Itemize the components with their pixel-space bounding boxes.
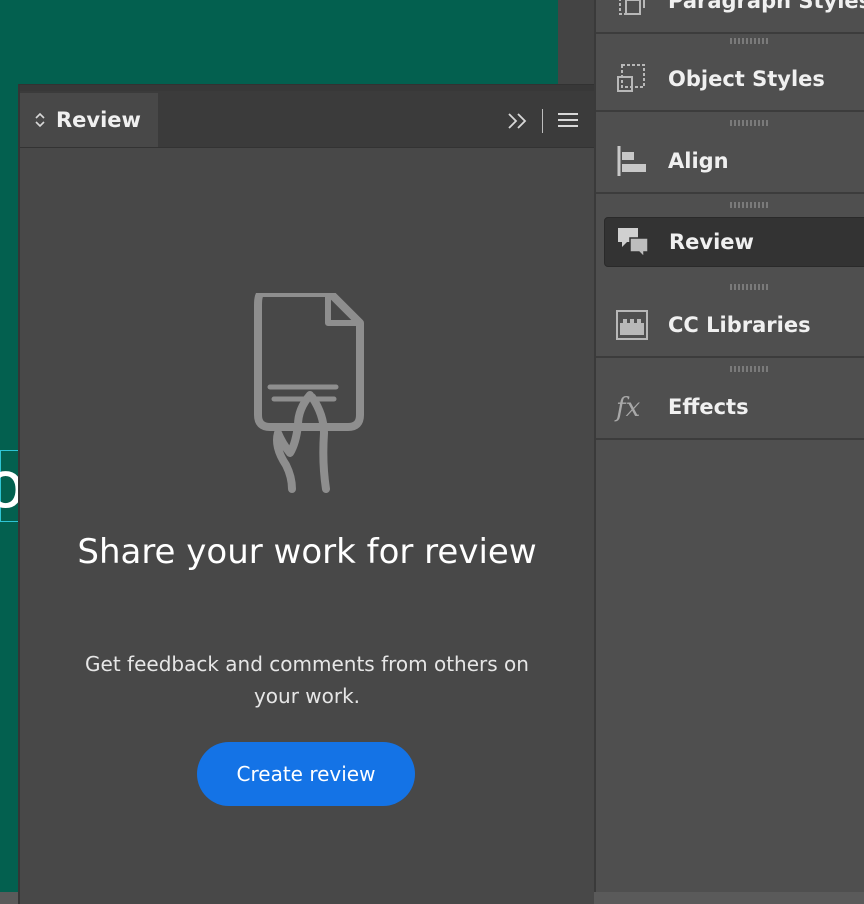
dock-grip[interactable] [730,120,770,126]
dock-grip[interactable] [730,38,770,44]
dock-item-label: Effects [668,395,749,419]
panel-resize-arrows-icon[interactable] [34,112,46,128]
tab-review[interactable]: Review [20,93,158,147]
object-styles-icon [617,64,645,92]
dock-item-label: Paragraph Styles [668,0,864,13]
create-review-button[interactable]: Create review [197,742,415,806]
empty-state-description: Get feedback and comments from others on… [85,652,529,708]
panel-tab-bar: Review [20,91,594,148]
dock-item-review[interactable]: Review [604,217,864,267]
cc-libraries-icon [616,310,648,340]
dock-item-label: CC Libraries [668,313,811,337]
dock-item-align[interactable]: Align [596,130,864,194]
dock-item-paragraph-styles[interactable]: Paragraph Styles [596,0,864,34]
dock-item-cc-libraries[interactable]: CC Libraries [596,294,864,358]
dock-grip[interactable] [730,366,770,372]
dock-grip[interactable] [730,284,770,290]
panel-menu-icon[interactable] [558,113,578,129]
dock-item-object-styles[interactable]: Object Styles [596,48,864,112]
dock-item-effects[interactable]: fx Effects [596,376,864,440]
paragraph-styles-icon [619,0,645,15]
review-icon [618,228,649,259]
review-panel: Review Share your work for review Get fe… [18,84,594,904]
fx-icon: fx [614,393,641,423]
svg-text:fx: fx [614,393,641,423]
dock-item-label: Review [669,230,754,254]
dock-item-label: Object Styles [668,67,825,91]
dock-grip[interactable] [730,202,770,208]
panel-dock: Paragraph Styles Object Styles Align Rev… [594,0,864,892]
dock-item-label: Align [668,149,729,173]
empty-state-headline: Share your work for review [77,532,537,572]
share-review-illustration-icon [254,293,364,493]
tab-bar-divider [542,109,543,133]
align-icon [617,146,646,176]
collapse-to-icons-button[interactable] [506,110,530,132]
tab-review-label: Review [56,108,141,132]
